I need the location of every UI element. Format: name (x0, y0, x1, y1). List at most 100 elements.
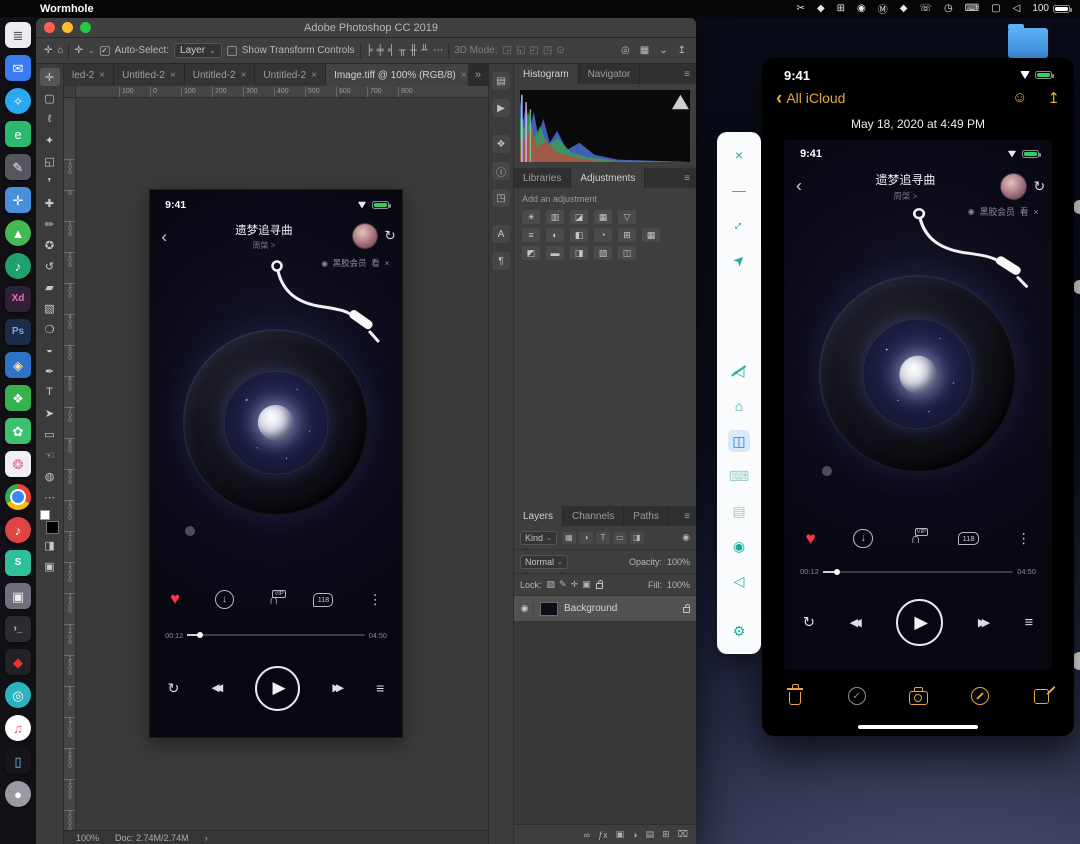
workspace-icon[interactable]: ▦ (640, 45, 649, 56)
record-icon[interactable]: ◉ (857, 3, 866, 14)
hand-tool[interactable]: ☜ (40, 446, 60, 464)
blend-mode-dropdown[interactable]: Normal ⌄ (520, 554, 568, 569)
gradient-tool[interactable]: ▧ (40, 299, 60, 317)
add-people-icon[interactable]: ☺ (1012, 89, 1027, 107)
workspace-caret-icon[interactable]: ⌄ (659, 45, 667, 56)
curves-icon[interactable]: ◪ (570, 210, 588, 224)
minimize-icon[interactable]: — (728, 179, 750, 201)
eraser-tool[interactable]: ▰ (40, 278, 60, 296)
info-panel-icon[interactable]: ⓘ (492, 162, 510, 180)
panel-tab[interactable]: Paths (624, 506, 669, 526)
document-tab[interactable]: Untitled-2 × (184, 64, 256, 86)
document-tab[interactable]: Untitled-2 × (255, 64, 327, 86)
screen-mirror-icon[interactable]: ◫ (728, 430, 750, 453)
lock-transparency-icon[interactable]: ▨ (547, 579, 556, 590)
home-indicator[interactable] (858, 724, 978, 730)
lasso-tool[interactable]: ℓ (40, 110, 60, 128)
back-button[interactable]: All iCloud (786, 90, 845, 106)
layer-group-icon[interactable]: ▤ (646, 829, 655, 840)
eyedropper-tool[interactable]: ❜ (40, 173, 60, 191)
panel-tab[interactable]: Layers (514, 506, 564, 526)
link-layers-icon[interactable]: ∞ (584, 830, 590, 840)
playlist-button[interactable]: ≡ (376, 680, 384, 696)
filter-adjustment-icon[interactable]: ◑ (578, 531, 593, 544)
opacity-value[interactable]: 100% (667, 557, 690, 567)
more-options-icon[interactable]: ⋯ (433, 45, 443, 56)
vinyl-record[interactable] (182, 329, 370, 516)
clone-stamp-tool[interactable]: ✪ (40, 236, 60, 254)
more-options-button[interactable]: ⋮ (368, 592, 382, 608)
mute-icon[interactable]: ◁ (728, 360, 750, 382)
lock-all-icon[interactable] (595, 580, 603, 589)
selective-color-icon[interactable]: ◫ (618, 246, 636, 260)
quick-mask-icon[interactable]: ◨ (40, 536, 60, 554)
camera-icon[interactable] (905, 683, 931, 709)
filter-smart-icon[interactable]: ◨ (629, 531, 644, 544)
color-swatches[interactable] (39, 510, 60, 534)
brightness-contrast-icon[interactable]: ☀ (522, 210, 540, 224)
dock-dark-app[interactable]: ◆ (5, 649, 31, 675)
tool-caret-icon[interactable]: ⌄ (88, 46, 95, 55)
close-tab-icon[interactable]: × (461, 70, 467, 81)
3d-scale-icon[interactable]: ⊙ (556, 45, 564, 56)
hue-saturation-icon[interactable]: ≡ (522, 228, 540, 242)
sound-quality-button[interactable]: ∩ VIP (269, 589, 286, 607)
m-circle-icon[interactable]: Ⓜ (878, 1, 888, 16)
dock-youdao[interactable]: ✿ (5, 418, 31, 444)
like-button[interactable]: ♥ (170, 590, 180, 609)
phone-icon[interactable]: ☏ (919, 3, 932, 14)
ruler-corner[interactable] (64, 86, 76, 97)
lock-position-icon[interactable]: ✛ (571, 579, 579, 590)
zoom-level[interactable]: 100% (76, 833, 99, 843)
invert-icon[interactable]: ◩ (522, 246, 540, 260)
3d-pan-icon[interactable]: ◰ (529, 45, 538, 56)
color-balance-icon[interactable]: ◐ (546, 228, 564, 242)
black-white-icon[interactable]: ◧ (570, 228, 588, 242)
display-icon[interactable]: ▢ (991, 3, 1000, 14)
align-right-icon[interactable]: ╡ (388, 45, 395, 56)
markup-icon[interactable] (967, 683, 993, 709)
dock-xcode[interactable]: ✛ (5, 187, 31, 213)
panel-menu-icon[interactable]: ≡ (678, 173, 696, 184)
align-left-icon[interactable]: ╞ (366, 45, 373, 56)
foreground-color-swatch[interactable] (39, 510, 50, 520)
minimize-window-button[interactable] (62, 22, 73, 33)
panel-tab[interactable]: Adjustments (571, 168, 646, 188)
panel-tab[interactable]: Channels (563, 506, 625, 526)
file-transfer-icon[interactable]: ▤ (728, 500, 750, 522)
auto-select-dropdown[interactable]: Layer ⌄ (174, 43, 222, 58)
delete-layer-icon[interactable]: ⌧ (678, 829, 688, 840)
play-button[interactable]: ▶ (255, 665, 301, 711)
download-button[interactable]: ↓ (214, 590, 234, 610)
dock-terminal[interactable]: ›_ (5, 616, 31, 642)
zoom-tool[interactable]: ◍ (40, 467, 60, 485)
character-panel-icon[interactable]: A (492, 225, 510, 243)
layer-mask-icon[interactable]: ▣ (616, 829, 625, 840)
gradient-map-icon[interactable]: ▧ (594, 246, 612, 260)
pen-tool[interactable]: ✒ (40, 362, 60, 380)
canvas-image[interactable]: 9:41 ‹ 遗梦追寻曲 周棨 > ↻ ◉ 黑胶会员 看 × ♥ ↓ ∩ VIP… (150, 190, 402, 737)
previous-track-button[interactable]: ◀◀ (211, 682, 223, 694)
lock-artboard-icon[interactable]: ▣ (582, 579, 591, 590)
select-check-icon[interactable]: ✓ (844, 683, 870, 709)
panel-tab[interactable]: Navigator (579, 64, 641, 84)
brush-tool[interactable]: ✏ (40, 215, 60, 233)
vibrance-icon[interactable]: ▽ (618, 210, 636, 224)
fill-value[interactable]: 100% (667, 580, 690, 590)
channel-mixer-icon[interactable]: ⊞ (618, 228, 636, 242)
close-icon[interactable]: × (728, 144, 750, 166)
marquee-tool[interactable]: ▢ (40, 89, 60, 107)
close-window-button[interactable] (44, 22, 55, 33)
canvas-pasteboard[interactable]: 9:41 ‹ 遗梦追寻曲 周棨 > ↻ ◉ 黑胶会员 看 × ♥ ↓ ∩ VIP… (76, 98, 488, 830)
keyboard-icon[interactable]: ⌨ (965, 3, 979, 14)
next-track-button[interactable]: ▶▶ (332, 682, 344, 694)
dock-pinwheel[interactable]: ❂ (5, 451, 31, 477)
document-tab[interactable]: led-2 × (64, 64, 115, 86)
history-brush-tool[interactable]: ↺ (40, 257, 60, 275)
document-tab[interactable]: Untitled-2 × (114, 64, 185, 86)
dock-netease-music[interactable]: ♪ (5, 517, 31, 543)
background-color-swatch[interactable] (45, 521, 59, 534)
layer-filter-dropdown[interactable]: Kind ⌄ (520, 530, 557, 545)
lock-pixels-icon[interactable]: ✎ (559, 579, 567, 590)
dock-mail[interactable]: ✉ (5, 55, 31, 81)
